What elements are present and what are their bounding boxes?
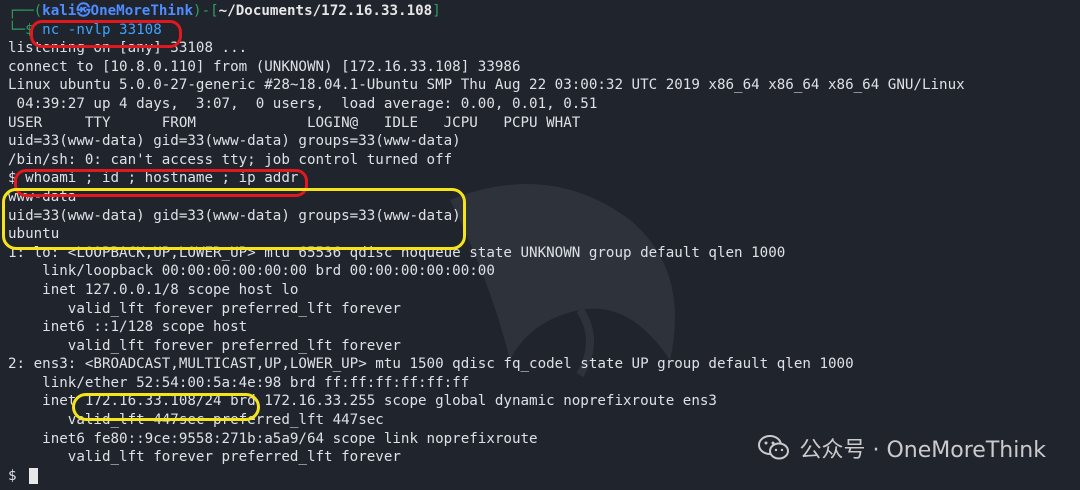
- wechat-icon: [757, 435, 789, 460]
- output-line: Linux ubuntu 5.0.0-27-generic #28~18.04.…: [8, 77, 965, 94]
- annotation-target-ip: [72, 393, 260, 421]
- prompt-bracket: ┌──(: [8, 3, 43, 19]
- terminal-cursor: [29, 467, 39, 484]
- output-line: 04:39:27 up 4 days, 3:07, 0 users, load …: [8, 95, 598, 112]
- connection-output: listening on [any] 33108 ... connect to […: [8, 39, 1072, 169]
- watermark-text: 公众号 · OneMoreThink: [799, 438, 1047, 463]
- prompt-mid: )-[: [193, 3, 219, 19]
- final-prompt-line[interactable]: $: [8, 467, 1072, 486]
- output-line: /bin/sh: 0: can't access tty; job contro…: [8, 151, 453, 168]
- ipaddr-line: link/ether 52:54:00:5a:4e:98 brd ff:ff:f…: [8, 374, 470, 391]
- prompt-user-host: kali㉿OneMoreThink: [42, 3, 194, 19]
- ipaddr-line: inet6 ::1/128 scope host: [8, 319, 248, 336]
- output-line: connect to [10.8.0.110] from (UNKNOWN) […: [8, 58, 521, 75]
- ipaddr-line: link/loopback 00:00:00:00:00:00 brd 00:0…: [8, 263, 495, 280]
- inet-suffix: brd 172.16.33.255 scope global dynamic n…: [221, 393, 717, 410]
- annotation-recon-results: [2, 188, 466, 250]
- output-line: uid=33(www-data) gid=33(www-data) groups…: [8, 133, 461, 150]
- ipaddr-line: valid_lft forever preferred_lft forever: [8, 337, 401, 354]
- wechat-watermark: 公众号 · OneMoreThink: [757, 432, 1047, 464]
- final-prompt: $: [8, 467, 26, 484]
- ipaddr-line: inet 127.0.0.1/8 scope host lo: [8, 281, 299, 298]
- prompt-bracket-close: ]: [432, 3, 441, 19]
- ipaddr-line: valid_lft forever preferred_lft forever: [8, 300, 401, 317]
- prompt-line-1: ┌──(kali㉿OneMoreThink)-[~/Documents/172.…: [8, 2, 1072, 21]
- prompt-path: ~/Documents/172.16.33.108: [218, 3, 433, 19]
- output-line: USER TTY FROM LOGIN@ IDLE JCPU PCPU WHAT: [8, 114, 581, 131]
- annotation-nc-command: [30, 20, 182, 48]
- ipaddr-line: 2: ens3: <BROADCAST,MULTICAST,UP,LOWER_U…: [8, 356, 854, 373]
- ip-addr-output: 1: lo: <LOOPBACK,UP,LOWER_UP> mtu 65536 …: [8, 244, 1072, 393]
